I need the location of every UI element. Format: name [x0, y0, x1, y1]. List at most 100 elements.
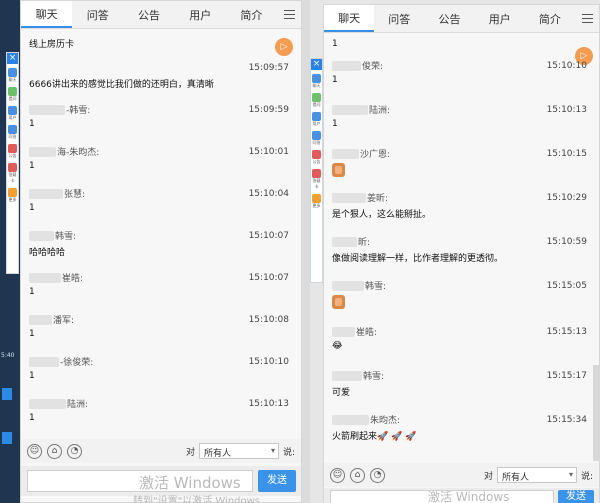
divider: [302, 0, 310, 503]
say-label: 说:: [282, 447, 295, 458]
message-item: 朱昀杰: 15:15:34 火箭刷起来🚀 🚀 🚀: [332, 413, 591, 442]
menu-button[interactable]: [575, 5, 599, 32]
message-item: 昕: 15:10:59 像做阅读理解一样，比作者理解的更透彻。: [332, 235, 591, 264]
tab-chat[interactable]: 聊天: [21, 1, 73, 28]
sidebar-item[interactable]: 提问: [7, 87, 18, 102]
sidebar-item[interactable]: 问答: [7, 125, 18, 140]
emoji-icon[interactable]: ☺: [27, 443, 42, 459]
tab-qa[interactable]: 问答: [374, 5, 424, 32]
message-header: 昕: 15:10:59: [332, 235, 591, 249]
sender-name: 崔皓:: [356, 328, 378, 338]
notice-icon: [312, 150, 321, 159]
sidebar-item[interactable]: 更多: [7, 188, 18, 203]
tab-notice[interactable]: 公告: [424, 5, 474, 32]
desktop-button[interactable]: [2, 432, 12, 444]
sidebar-item-label: 用户: [312, 121, 321, 126]
message-time: 15:10:07: [248, 273, 289, 283]
image-icon[interactable]: ◔: [370, 467, 385, 483]
avatar-blur: [332, 370, 362, 381]
avatar-blur: [332, 414, 369, 425]
message-header: 陆洲: 15:10:13: [29, 397, 293, 411]
sender-name: -徐俊荣:: [60, 358, 94, 368]
message-header: 姜昕: 15:10:29: [332, 191, 591, 205]
scrollbar[interactable]: [593, 365, 599, 461]
tab-users[interactable]: 用户: [175, 1, 226, 28]
message-text: [332, 161, 591, 180]
sidebar-item[interactable]: 更多: [311, 194, 322, 209]
lock-icon[interactable]: ⌂: [47, 443, 62, 459]
sender-name: 沙广恩:: [360, 150, 391, 160]
sidebar-item[interactable]: 提问: [311, 93, 322, 108]
message-item: 俊荣: 15:10:10 1: [332, 59, 591, 85]
avatar-blur: [29, 314, 52, 325]
qa-icon: [312, 131, 321, 140]
composer-toolbar: ☺ ⌂ ◔ 对 所有人 ▾ 说:: [324, 463, 599, 487]
message-time: 15:10:07: [248, 231, 289, 241]
sidebar-item[interactable]: 公告: [7, 144, 18, 159]
message-item: 沙广恩: 15:10:15: [332, 147, 591, 180]
message-text: 1: [332, 75, 338, 85]
avatar-blur: [29, 104, 65, 115]
sidebar-item-label: 聊天: [312, 83, 321, 88]
sidebar-item[interactable]: 用户: [311, 112, 322, 127]
sidebar-item[interactable]: 答疑卡: [7, 163, 18, 184]
recipient-select[interactable]: 所有人 ▾: [496, 467, 577, 483]
card-icon: [8, 163, 17, 172]
sidebar-item[interactable]: 答疑卡: [311, 169, 322, 190]
tab-notice[interactable]: 公告: [123, 1, 174, 28]
menu-icon: [283, 10, 295, 19]
sidebar-item[interactable]: 聊天: [311, 74, 322, 89]
tab-intro[interactable]: 简介: [525, 5, 575, 32]
tab-users[interactable]: 用户: [475, 5, 525, 32]
desktop-button[interactable]: [2, 388, 12, 400]
message-text: 6666讲出来的感觉比我们做的还明白，真清晰: [29, 80, 214, 90]
avatar-blur: [332, 236, 357, 247]
lock-icon[interactable]: ⌂: [350, 467, 365, 483]
sender-name: 俊荣:: [362, 62, 384, 72]
sender-name: 朱昀杰:: [370, 416, 401, 426]
close-icon[interactable]: ×: [7, 53, 18, 64]
image-icon[interactable]: ◔: [67, 443, 82, 459]
message-text: 线上房历卡: [29, 40, 75, 50]
message-time: 15:10:15: [546, 149, 587, 159]
sender-name: 崔皓:: [62, 274, 84, 284]
message-text: 可爱: [332, 388, 351, 398]
tab-intro[interactable]: 简介: [226, 1, 277, 28]
tab-chat[interactable]: 聊天: [324, 5, 375, 32]
tab-qa[interactable]: 问答: [72, 1, 123, 28]
avatar-blur: [29, 272, 61, 283]
sender-name: 韩雪:: [365, 282, 387, 292]
question-icon: [8, 87, 17, 96]
sender-name: 韩雪:: [363, 372, 385, 382]
message-time: 15:10:59: [546, 237, 587, 247]
sender-name: 昕:: [358, 238, 371, 248]
avatar-blur: [29, 188, 63, 199]
message-time: 15:09:57: [248, 63, 289, 73]
close-icon[interactable]: ×: [311, 59, 322, 70]
avatar-blur: [332, 280, 364, 291]
message-text: 1: [29, 329, 35, 339]
menu-button[interactable]: [277, 1, 301, 28]
message-time: 15:10:13: [546, 105, 587, 115]
sidebar-item[interactable]: 聊天: [7, 68, 18, 83]
message-time: 15:15:17: [546, 371, 587, 381]
sidebar-item[interactable]: 用户: [7, 106, 18, 121]
composer-toolbar: ☺ ⌂ ◔ 对 所有人 ▾ 说:: [21, 439, 301, 463]
avatar-blur: [332, 104, 368, 115]
message-header: 朱昀杰: 15:15:34: [332, 413, 591, 427]
sidebar-item-label: 提问: [8, 96, 17, 101]
sidebar-item[interactable]: 问答: [311, 131, 322, 146]
message-item: -徐俊荣: 15:10:10 1: [29, 355, 293, 381]
message-text: 1: [29, 161, 35, 171]
message-text: 哈哈哈哈: [29, 248, 66, 258]
sidebar-item[interactable]: 公告: [311, 150, 322, 165]
send-button[interactable]: 发送: [258, 470, 296, 492]
sender-name: 姜昕:: [367, 194, 389, 204]
message-header: 海-朱昀杰: 15:10:01: [29, 145, 293, 159]
sender-name: 韩雪:: [55, 232, 77, 242]
message-time: 15:10:01: [248, 147, 289, 157]
recipient-select[interactable]: 所有人 ▾: [198, 443, 279, 459]
emoji-icon[interactable]: ☺: [330, 467, 345, 483]
message-item: 韩雪: 15:15:05: [332, 279, 591, 312]
send-button[interactable]: 发送: [558, 490, 594, 503]
